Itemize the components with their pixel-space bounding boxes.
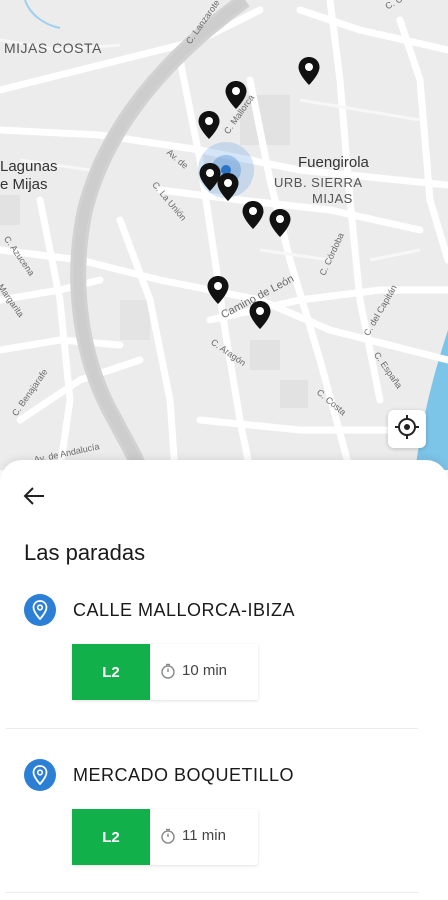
- map-pin-icon[interactable]: [216, 172, 240, 202]
- page-title: Las paradas: [24, 540, 146, 565]
- divider: [6, 728, 418, 729]
- eta: 10 min: [160, 662, 227, 679]
- map-pin-icon[interactable]: [224, 80, 248, 110]
- map-pin-icon[interactable]: [297, 56, 321, 86]
- stops-sheet: Las paradas CALLE MALLORCA-IBIZA L2 10 m…: [0, 460, 448, 900]
- line-badge: L2: [72, 809, 150, 865]
- map-label-urb-mijas: MIJAS: [312, 191, 353, 206]
- eta-text: 11 min: [182, 827, 226, 844]
- crosshair-icon: [394, 414, 420, 445]
- map-streets: [0, 0, 448, 470]
- locate-me-button[interactable]: [388, 410, 426, 448]
- map-label-mijas-costa: MIJAS COSTA: [4, 40, 102, 56]
- divider: [6, 892, 418, 893]
- map-pin-icon[interactable]: [241, 200, 265, 230]
- location-pin-icon: [24, 759, 56, 791]
- map-pin-icon[interactable]: [197, 110, 221, 140]
- map-label-urb-sierra: URB. SIERRA: [274, 175, 363, 190]
- map-label-lagunas: Lagunas: [0, 158, 58, 175]
- map-pin-icon[interactable]: [206, 275, 230, 305]
- route-card[interactable]: L2 10 min: [72, 644, 258, 700]
- stop-name: MERCADO BOQUETILLO: [73, 765, 295, 785]
- timer-icon: [160, 828, 176, 844]
- map-label-lagunas-2: e Mijas: [0, 176, 48, 193]
- stop-name: CALLE MALLORCA-IBIZA: [73, 600, 296, 620]
- line-badge: L2: [72, 644, 150, 700]
- map[interactable]: MIJAS COSTA Lagunas e Mijas Fuengirola U…: [0, 0, 448, 470]
- route-card[interactable]: L2 11 min: [72, 809, 258, 865]
- location-pin-icon: [24, 594, 56, 626]
- timer-icon: [160, 663, 176, 679]
- back-button[interactable]: [20, 484, 48, 512]
- map-pin-icon[interactable]: [268, 208, 292, 238]
- map-label-fuengirola: Fuengirola: [298, 154, 369, 171]
- arrow-left-icon: [23, 486, 45, 510]
- eta: 11 min: [160, 827, 226, 844]
- map-pin-icon[interactable]: [248, 300, 272, 330]
- eta-text: 10 min: [182, 662, 228, 679]
